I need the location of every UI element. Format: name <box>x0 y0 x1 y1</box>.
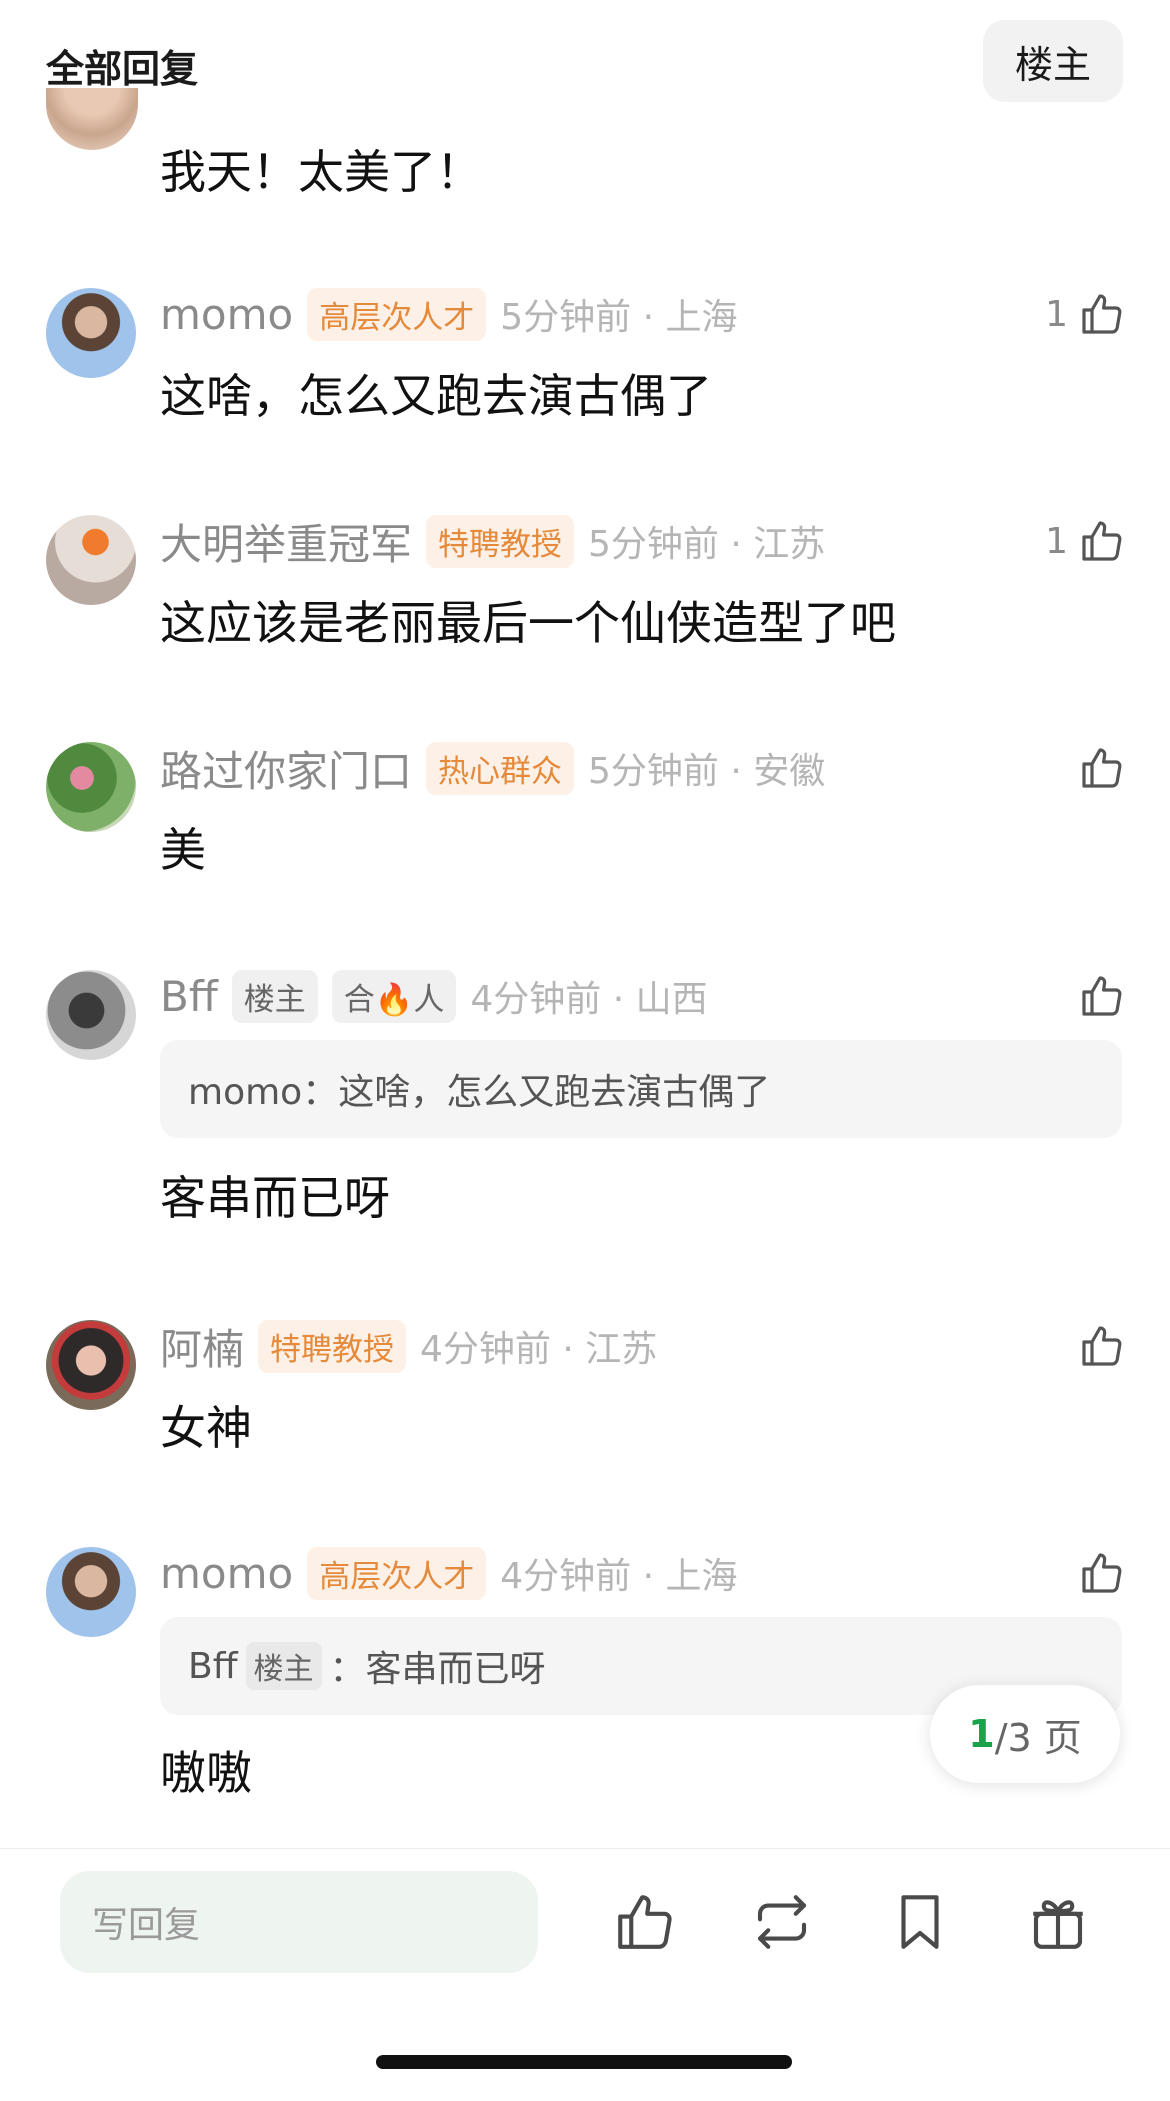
owner-badge: 楼主 <box>245 1642 322 1690</box>
bookmark-icon[interactable] <box>887 1889 953 1955</box>
avatar[interactable] <box>46 970 136 1060</box>
comment-meta: 5分钟前 · 江苏 <box>588 524 826 565</box>
username[interactable]: momo <box>160 1549 293 1598</box>
comment-text: 我天！太美了！ <box>160 145 482 199</box>
gift-icon[interactable] <box>1025 1889 1091 1955</box>
username[interactable]: 大明举重冠军 <box>160 511 412 572</box>
like-button[interactable]: 1 <box>1045 284 1126 344</box>
page-indicator[interactable]: 1 /3 页 <box>930 1685 1120 1783</box>
thumbs-up-icon <box>1078 744 1126 792</box>
comment-text: 客串而已呀 <box>160 1171 390 1225</box>
quoted-username: Bff <box>188 1645 238 1687</box>
comment-header: 阿楠 特聘教授 4分钟前 · 江苏 <box>160 1316 657 1376</box>
avatar[interactable] <box>46 1547 136 1637</box>
current-page: 1 <box>968 1712 995 1756</box>
thumbs-up-icon <box>1078 1549 1126 1597</box>
username[interactable]: Bff <box>160 972 218 1021</box>
user-badge: 热心群众 <box>426 741 575 795</box>
avatar[interactable] <box>46 88 138 150</box>
comment-text: 美 <box>160 823 206 877</box>
like-button[interactable] <box>1078 1543 1126 1603</box>
page-title: 全部回复 <box>46 47 199 91</box>
comment-meta: 4分钟前 · 江苏 <box>420 1329 658 1370</box>
thumbs-up-icon <box>1078 290 1126 338</box>
user-badge: 特聘教授 <box>258 1319 407 1373</box>
comment-header: Bff 楼主 合🔥人 4分钟前 · 山西 <box>160 966 708 1026</box>
comment-header: momo 高层次人才 4分钟前 · 上海 <box>160 1543 737 1603</box>
comment-text: 嗷嗷 <box>160 1746 252 1800</box>
quote-separator: ： <box>329 1649 366 1690</box>
avatar[interactable] <box>46 288 136 378</box>
quoted-text: 客串而已呀 <box>365 1649 546 1690</box>
owner-badge: 楼主 <box>231 969 318 1023</box>
user-badge: 高层次人才 <box>307 287 487 341</box>
username[interactable]: 路过你家门口 <box>160 738 412 799</box>
username[interactable]: momo <box>160 290 293 339</box>
username[interactable]: 阿楠 <box>160 1316 244 1377</box>
comment-text: 这应该是老丽最后一个仙侠造型了吧 <box>160 596 896 650</box>
comment-text: 这啥，怎么又跑去演古偶了 <box>160 369 712 423</box>
like-count: 1 <box>1045 520 1068 562</box>
comment-meta: 5分钟前 · 安徽 <box>588 751 826 792</box>
like-button[interactable] <box>1078 966 1126 1026</box>
comment-meta: 4分钟前 · 山西 <box>470 979 708 1020</box>
header: 全部回复 楼主 <box>0 0 1170 124</box>
like-button[interactable] <box>1078 1316 1126 1376</box>
like-button[interactable]: 1 <box>1045 511 1126 571</box>
like-button[interactable] <box>1078 738 1126 798</box>
quoted-reply[interactable]: momo：这啥，怎么又跑去演古偶了 <box>160 1040 1122 1138</box>
owner-only-button[interactable]: 楼主 <box>983 20 1123 102</box>
avatar[interactable] <box>46 515 136 605</box>
comment-meta: 4分钟前 · 上海 <box>500 1556 738 1597</box>
comment-text: 女神 <box>160 1401 252 1455</box>
reply-input[interactable]: 写回复 <box>60 1871 538 1973</box>
user-badge: 特聘教授 <box>426 514 575 568</box>
comment-meta: 5分钟前 · 上海 <box>500 297 738 338</box>
comment-header: 路过你家门口 热心群众 5分钟前 · 安徽 <box>160 738 825 798</box>
repost-icon[interactable] <box>749 1889 815 1955</box>
thumbs-up-icon <box>1078 517 1126 565</box>
like-count: 1 <box>1045 293 1068 335</box>
thumbs-up-icon <box>1078 972 1126 1020</box>
home-indicator <box>376 2055 792 2069</box>
avatar[interactable] <box>46 1320 136 1410</box>
user-badge: 合🔥人 <box>331 969 457 1023</box>
avatar[interactable] <box>46 742 136 832</box>
comment-header: momo 高层次人才 5分钟前 · 上海 <box>160 284 737 344</box>
user-badge: 高层次人才 <box>307 1546 487 1600</box>
comment-header: 大明举重冠军 特聘教授 5分钟前 · 江苏 <box>160 511 825 571</box>
thumbs-up-icon[interactable] <box>612 1889 678 1955</box>
total-pages: /3 页 <box>994 1715 1082 1760</box>
thumbs-up-icon <box>1078 1322 1126 1370</box>
